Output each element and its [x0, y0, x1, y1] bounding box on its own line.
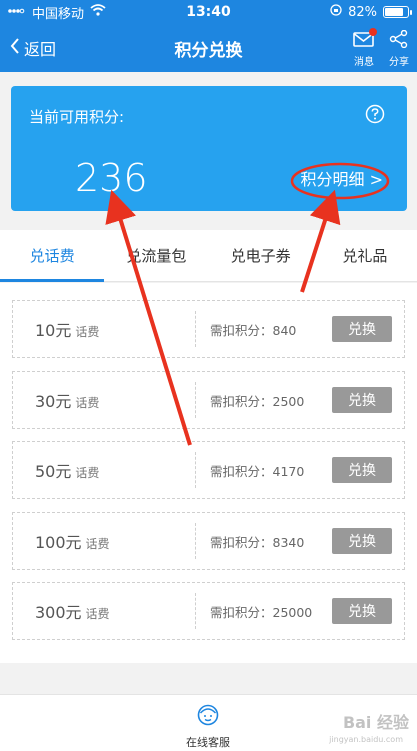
service-label: 在线客服 — [186, 736, 230, 749]
rotation-lock-icon — [330, 4, 342, 20]
voucher-type: 话费 — [85, 607, 110, 621]
list-item: 30元 话费 需扣积分：2500 兑换 — [12, 371, 405, 429]
voucher-type: 话费 — [75, 466, 100, 480]
share-label: 分享 — [389, 57, 409, 68]
tab-phone-credit[interactable]: 兑话费 — [0, 230, 105, 282]
status-left: 中国移动 — [8, 3, 158, 22]
tab-data-package[interactable]: 兑流量包 — [104, 230, 208, 281]
redeem-button[interactable]: 兑换 — [332, 457, 392, 483]
category-tabs: 兑话费 兑流量包 兑电子券 兑礼品 — [0, 230, 417, 282]
voucher-type: 话费 — [75, 325, 100, 339]
share-icon — [389, 29, 409, 51]
points-label: 当前可用积分: — [29, 108, 125, 126]
status-time: 13:40 — [186, 4, 231, 20]
voucher-info: 50元 话费 — [13, 458, 195, 482]
battery-percent: 82% — [348, 4, 377, 20]
signal-icon — [8, 5, 26, 20]
voucher-info: 100元 话费 — [13, 529, 195, 553]
voucher-cost: 需扣积分：25000 — [210, 604, 313, 620]
voucher-type: 话费 — [85, 537, 110, 551]
voucher-info: 300元 话费 — [13, 599, 195, 623]
voucher-amount: 50元 — [35, 462, 72, 481]
message-button[interactable]: 消息 — [353, 28, 377, 68]
voucher-amount: 10元 — [35, 321, 72, 340]
points-card: 当前可用积分: 236 积分明细 > — [11, 86, 407, 211]
voucher-info: 30元 话费 — [13, 388, 195, 412]
points-detail-link[interactable]: 积分明细 > — [301, 166, 384, 190]
nav-actions: 消息 分享 — [353, 28, 409, 68]
help-icon[interactable] — [365, 104, 385, 128]
redeem-button[interactable]: 兑换 — [332, 316, 392, 342]
voucher-info: 10元 话费 — [13, 317, 195, 341]
customer-service-icon — [196, 703, 220, 730]
online-service-button[interactable]: 在线客服 — [178, 703, 238, 750]
mail-icon — [353, 28, 377, 51]
status-bar: 中国移动 13:40 82% — [0, 0, 417, 24]
redeem-button[interactable]: 兑换 — [332, 528, 392, 554]
points-value: 236 — [75, 156, 148, 200]
watermark: Bai 经验 — [342, 713, 409, 732]
battery-icon — [383, 6, 412, 18]
unread-dot — [369, 28, 377, 36]
voucher-cost: 需扣积分：4170 — [210, 463, 305, 479]
voucher-amount: 300元 — [35, 603, 82, 622]
list-item: 10元 话费 需扣积分：840 兑换 — [12, 300, 405, 358]
voucher-cost: 需扣积分：8340 — [210, 534, 305, 550]
redeem-button[interactable]: 兑换 — [332, 598, 392, 624]
battery-fill — [385, 8, 404, 16]
list-item: 300元 话费 需扣积分：25000 兑换 — [12, 582, 405, 640]
bottom-bar: 在线客服 Bai 经验 jingyan.baidu.com — [0, 694, 417, 751]
list-item: 50元 话费 需扣积分：4170 兑换 — [12, 441, 405, 499]
voucher-amount: 100元 — [35, 533, 82, 552]
status-right: 82% — [259, 4, 412, 20]
voucher-type: 话费 — [75, 396, 100, 410]
tab-e-coupon[interactable]: 兑电子券 — [209, 230, 313, 281]
carrier-name: 中国移动 — [32, 6, 85, 22]
voucher-cost: 需扣积分：2500 — [210, 393, 305, 409]
share-button[interactable]: 分享 — [389, 29, 409, 68]
watermark-url: jingyan.baidu.com — [329, 735, 403, 744]
wifi-icon — [90, 4, 106, 20]
list-item: 100元 话费 需扣积分：8340 兑换 — [12, 512, 405, 570]
voucher-amount: 30元 — [35, 392, 72, 411]
voucher-cost: 需扣积分：840 — [210, 322, 297, 338]
redeem-button[interactable]: 兑换 — [332, 387, 392, 413]
tab-gift[interactable]: 兑礼品 — [313, 230, 417, 281]
message-label: 消息 — [354, 57, 374, 68]
voucher-list: 10元 话费 需扣积分：840 兑换 30元 话费 需扣积分：2500 兑换 50元… — [0, 283, 417, 663]
nav-bar: 返回 积分兑换 消息 分享 — [0, 24, 417, 72]
